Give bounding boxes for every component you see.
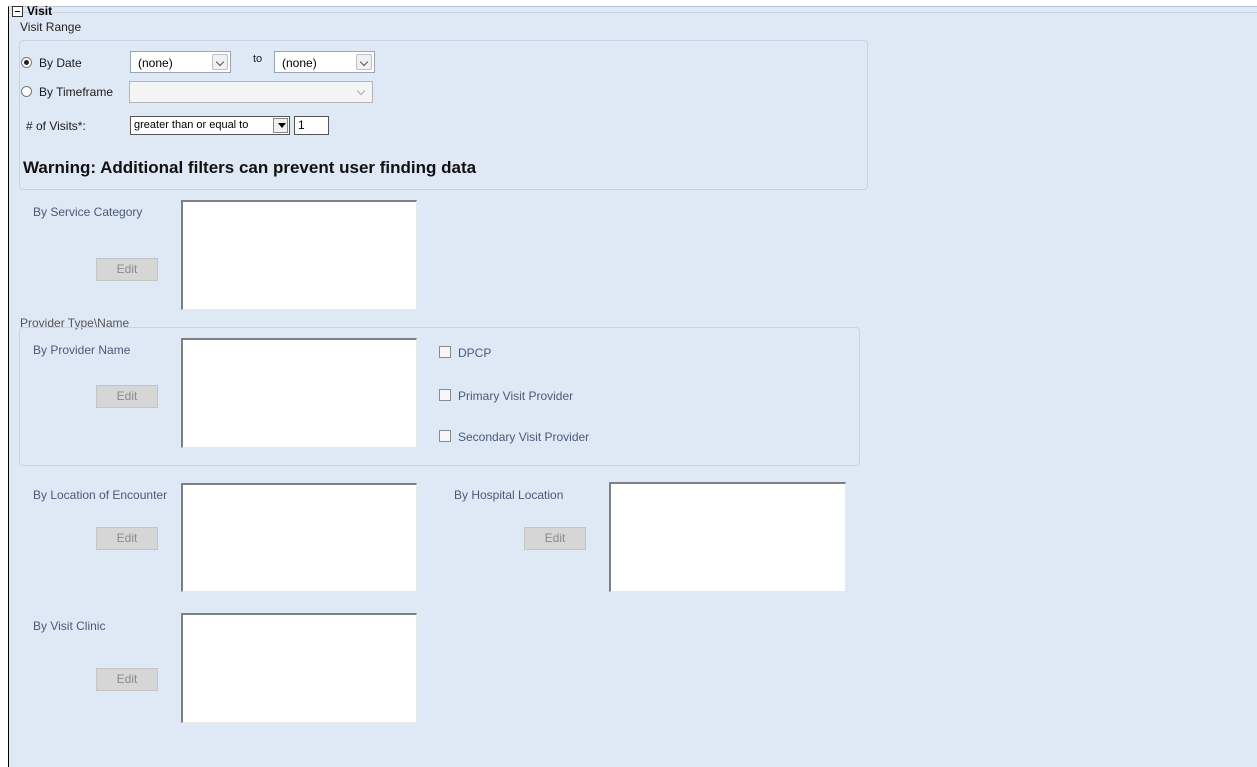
date-from-select[interactable]: (none) (130, 51, 231, 73)
hospital-location-label: By Hospital Location (454, 488, 564, 502)
dpcp-checkbox[interactable] (439, 346, 451, 358)
secondary-visit-provider-checkbox[interactable] (439, 430, 451, 442)
dpcp-label: DPCP (458, 346, 492, 360)
collapse-icon[interactable] (12, 6, 23, 17)
date-from-value: (none) (138, 56, 173, 70)
visit-clinic-edit-button[interactable]: Edit (96, 668, 158, 691)
primary-visit-provider-checkbox[interactable] (439, 389, 451, 401)
service-category-edit-button[interactable]: Edit (96, 258, 158, 281)
secondary-visit-provider-label: Secondary Visit Provider (458, 430, 590, 444)
chevron-down-icon (212, 54, 228, 70)
visit-clinic-list[interactable] (181, 613, 417, 723)
chevron-down-icon (354, 84, 370, 100)
location-encounter-label: By Location of Encounter (33, 488, 168, 502)
service-category-label: By Service Category (33, 205, 143, 219)
by-date-radio[interactable] (21, 57, 32, 68)
service-category-list[interactable] (181, 200, 417, 310)
triangle-down-icon (273, 118, 288, 133)
provider-name-label: By Provider Name (33, 343, 131, 357)
warning-text: Warning: Additional filters can prevent … (23, 158, 477, 177)
by-timeframe-radio[interactable] (21, 86, 32, 97)
chevron-down-icon (356, 54, 372, 70)
visit-clinic-label: By Visit Clinic (33, 619, 106, 633)
primary-visit-provider-label: Primary Visit Provider (458, 389, 574, 403)
num-visits-label: # of Visits*: (26, 119, 86, 133)
location-encounter-edit-button[interactable]: Edit (96, 527, 158, 550)
num-visits-input[interactable]: 1 (294, 116, 329, 135)
provider-edit-button[interactable]: Edit (96, 385, 158, 408)
header-divider (14, 12, 1257, 13)
hospital-location-edit-button[interactable]: Edit (524, 527, 586, 550)
by-timeframe-label: By Timeframe (39, 85, 114, 99)
date-to-select[interactable]: (none) (274, 51, 375, 73)
num-visits-operator-value: greater than or equal to (134, 119, 249, 131)
to-label: to (253, 53, 263, 65)
location-encounter-list[interactable] (181, 483, 417, 592)
date-to-value: (none) (282, 56, 317, 70)
section-title: Visit (27, 4, 53, 18)
provider-name-list[interactable] (181, 338, 417, 448)
by-date-label: By Date (39, 56, 82, 70)
visit-range-label: Visit Range (20, 20, 82, 34)
timeframe-select[interactable] (129, 81, 373, 103)
hospital-location-list[interactable] (609, 482, 846, 592)
num-visits-operator-select[interactable]: greater than or equal to (130, 116, 290, 135)
